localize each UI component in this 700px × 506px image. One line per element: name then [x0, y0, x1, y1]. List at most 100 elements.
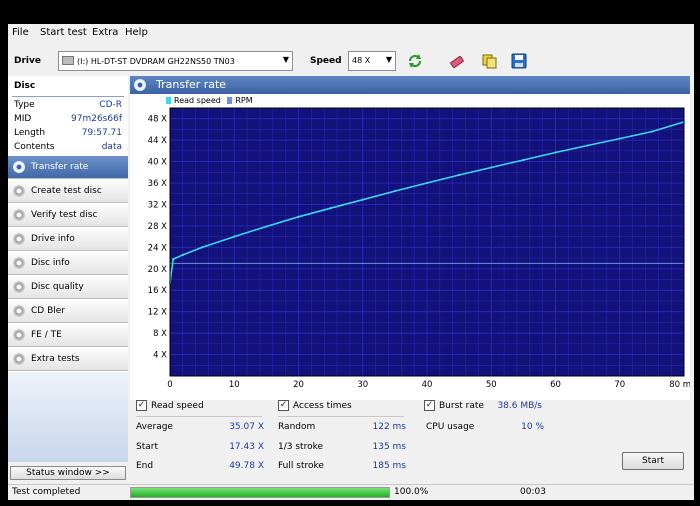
data-point: [425, 181, 429, 185]
panel-title: Transfer rate: [156, 78, 227, 91]
transfer-rate-chart: 0 10 20 30 40 50 60 70 80 min 4 X 8 X 12 X 16 X 20 X 2…: [148, 107, 690, 390]
drive-select[interactable]: (I:) HL-DT-ST DVDRAM GH22NS50 TN03 ▼: [58, 51, 293, 71]
chart-legend: Read speed RPM: [166, 96, 253, 107]
y-tick-label: 20 X: [148, 265, 168, 275]
disc-icon: [13, 281, 25, 293]
y-tick-label: 4 X: [153, 351, 167, 361]
y-tick-label: 12 X: [148, 308, 168, 318]
read-speed-checkbox-label: Read speed: [151, 400, 204, 411]
data-point: [393, 189, 396, 193]
x-tick-label: 10: [229, 380, 240, 390]
start-speed-label: Start: [136, 442, 158, 452]
access-times-checkbox[interactable]: ✓ Access times: [278, 400, 352, 411]
x-tick-label: 50: [486, 380, 497, 390]
nav-fe-te[interactable]: FE / TE: [8, 324, 128, 347]
x-tick-label: 70: [614, 380, 625, 390]
nav-background: [8, 372, 128, 462]
menu-file[interactable]: File: [12, 27, 29, 38]
nav-extra-tests[interactable]: Extra tests: [8, 348, 128, 371]
legend-swatch-read-speed: [166, 97, 171, 104]
nav-label: FE / TE: [31, 330, 62, 340]
nav-label: Extra tests: [31, 354, 80, 364]
copy-button[interactable]: [478, 50, 500, 72]
app-window: File Start test Extra Help Drive (I:) HL…: [8, 24, 694, 500]
save-button[interactable]: [508, 50, 530, 72]
status-window-button[interactable]: Status window >>: [10, 466, 126, 480]
random-access-label: Random: [278, 422, 316, 432]
data-point: [172, 258, 175, 261]
checkbox-checked-icon: ✓: [424, 400, 435, 411]
checkbox-checked-icon: ✓: [136, 400, 147, 411]
status-bar: Test completed 100.0% 00:03: [8, 484, 694, 500]
speed-select-value: 48 X: [352, 56, 371, 65]
data-point: [490, 166, 493, 169]
data-point: [586, 144, 589, 147]
speed-label: Speed: [310, 56, 342, 66]
disc-icon: [13, 353, 25, 365]
nav-disc-info[interactable]: Disc info: [8, 252, 128, 275]
menu-help[interactable]: Help: [125, 27, 148, 38]
drive-select-value: (I:) HL-DT-ST DVDRAM GH22NS50 TN03: [77, 57, 235, 66]
burst-rate-checkbox-label: Burst rate: [439, 400, 484, 411]
toolbar: Drive (I:) HL-DT-ST DVDRAM GH22NS50 TN03…: [8, 48, 694, 74]
disc-icon: [13, 161, 25, 173]
chevron-down-icon: ▼: [385, 55, 392, 64]
data-point: [522, 158, 525, 162]
disc-mid-value: 97m26s66f: [71, 114, 122, 124]
disc-contents-label: Contents: [14, 142, 55, 152]
burst-rate-value: 38.6 MB/s: [497, 401, 542, 411]
menu-start-test[interactable]: Start test: [40, 27, 87, 38]
nav-disc-quality[interactable]: Disc quality: [8, 276, 128, 299]
random-access-value: 122 ms: [372, 422, 407, 432]
divider: [12, 96, 124, 97]
disc-icon: [13, 329, 25, 341]
x-tick-label: 40: [422, 380, 433, 390]
nav-transfer-rate[interactable]: Transfer rate: [8, 156, 128, 179]
panel-header: Transfer rate: [130, 76, 690, 94]
cpu-usage-value: 10 %: [521, 422, 544, 432]
end-speed-value: 49.78 X: [229, 461, 264, 471]
erase-button[interactable]: [446, 50, 468, 72]
stats-panel: ✓ Read speed ✓ Access times ✓ Burst rate 38…: [130, 398, 690, 478]
nav-drive-info[interactable]: Drive info: [8, 228, 128, 251]
disc-icon: [13, 233, 25, 245]
nav-cd-bler[interactable]: CD Bler: [8, 300, 128, 323]
data-point: [265, 225, 268, 228]
nav-label: Create test disc: [31, 186, 102, 196]
menu-bar: File Start test Extra Help: [8, 24, 694, 46]
legend-read-speed: Read speed: [174, 96, 221, 105]
y-tick-label: 48 X: [148, 115, 168, 125]
disc-type-value: CD-R: [99, 100, 122, 110]
burst-rate-checkbox[interactable]: ✓ Burst rate: [424, 400, 484, 411]
disc-info-panel: Disc Type CD-R MID 97m26s66f Length 79:5…: [8, 76, 128, 156]
speed-select[interactable]: 48 X ▼: [348, 51, 396, 71]
nav-label: Verify test disc: [31, 210, 98, 220]
data-point: [329, 207, 332, 210]
y-tick-label: 40 X: [148, 158, 168, 168]
menu-extra[interactable]: Extra: [92, 27, 118, 38]
disc-length-value: 79:57.71: [81, 128, 122, 138]
save-icon: [511, 53, 527, 69]
data-point: [554, 151, 557, 154]
refresh-button[interactable]: [404, 50, 426, 72]
data-point: [650, 130, 653, 133]
read-speed-checkbox[interactable]: ✓ Read speed: [136, 400, 204, 411]
drive-icon: [62, 56, 74, 65]
disc-icon: [13, 185, 25, 197]
copy-icon: [482, 54, 497, 69]
nav-verify-test-disc[interactable]: Verify test disc: [8, 204, 128, 227]
access-times-checkbox-label: Access times: [293, 400, 352, 411]
progress-percent: 100.0%: [394, 487, 429, 497]
full-stroke-value: 185 ms: [372, 461, 407, 471]
disc-contents-value: data: [101, 142, 122, 152]
nav-create-test-disc[interactable]: Create test disc: [8, 180, 128, 203]
nav-label: Drive info: [31, 234, 75, 244]
x-tick-label: 80 min: [669, 380, 690, 390]
average-label: Average: [136, 422, 173, 432]
nav-label: Disc quality: [31, 282, 84, 292]
cpu-usage-label: CPU usage: [426, 422, 475, 432]
drive-label: Drive: [14, 56, 41, 66]
data-point: [201, 246, 204, 249]
start-button[interactable]: Start: [622, 452, 684, 470]
nav-label: Transfer rate: [31, 162, 89, 172]
